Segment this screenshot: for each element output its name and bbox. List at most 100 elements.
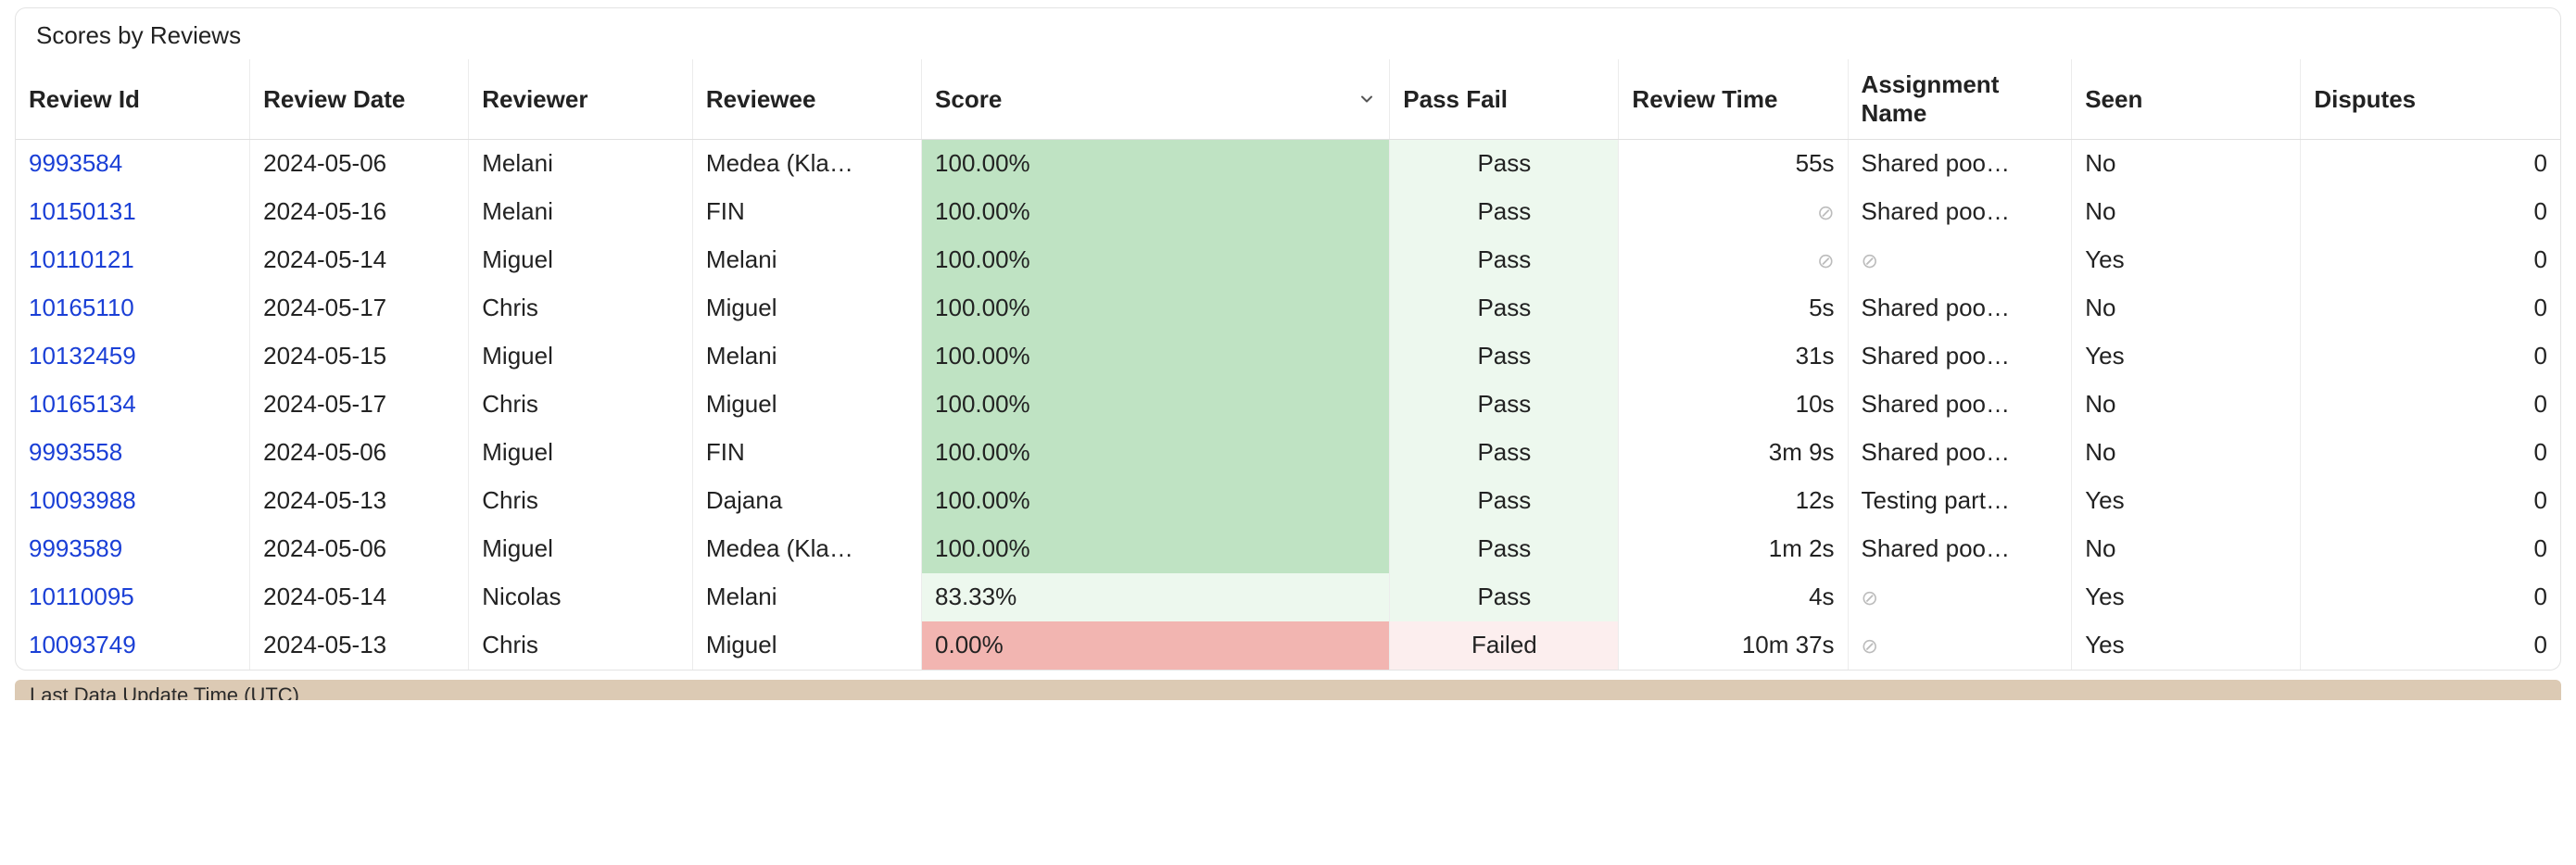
cell-review-date: 2024-05-15 [250, 332, 469, 381]
review-id-link[interactable]: 10150131 [29, 197, 136, 225]
cell-assignment-name: Shared poo… [1848, 525, 2072, 573]
cell-review-id: 9993584 [16, 140, 250, 188]
cell-seen: No [2072, 188, 2301, 236]
cell-review-id: 10093988 [16, 477, 250, 525]
cell-review-time: 55s [1619, 140, 1848, 188]
cell-review-date: 2024-05-14 [250, 573, 469, 621]
cell-review-id: 10110121 [16, 236, 250, 284]
review-id-link[interactable]: 10093749 [29, 631, 136, 658]
cell-assignment-name: Shared poo… [1848, 429, 2072, 477]
col-header-disputes[interactable]: Disputes [2301, 59, 2560, 140]
cell-reviewee: FIN [692, 429, 921, 477]
review-id-link[interactable]: 10093988 [29, 486, 136, 514]
table-row: 99935582024-05-06MiguelFIN100.00%Pass3m … [16, 429, 2560, 477]
cell-reviewee: Miguel [692, 284, 921, 332]
cell-assignment-name: ⊘ [1848, 573, 2072, 621]
col-header-score[interactable]: Score [922, 59, 1390, 140]
cell-review-time: 4s [1619, 573, 1848, 621]
review-id-link[interactable]: 9993589 [29, 534, 122, 562]
cell-seen: No [2072, 284, 2301, 332]
cell-disputes: 0 [2301, 381, 2560, 429]
cell-review-time: 3m 9s [1619, 429, 1848, 477]
review-id-link[interactable]: 9993558 [29, 438, 122, 466]
cell-pass-fail: Pass [1390, 140, 1619, 188]
cell-disputes: 0 [2301, 332, 2560, 381]
cell-review-id: 10165110 [16, 284, 250, 332]
cell-score: 100.00% [922, 477, 1390, 525]
col-header-review-id[interactable]: Review Id [16, 59, 250, 140]
cell-score: 100.00% [922, 140, 1390, 188]
cell-seen: No [2072, 525, 2301, 573]
cell-review-time: 31s [1619, 332, 1848, 381]
table-row: 99935892024-05-06MiguelMedea (Kla…100.00… [16, 525, 2560, 573]
cell-review-date: 2024-05-17 [250, 381, 469, 429]
chevron-down-icon [1357, 90, 1376, 108]
col-header-review-time[interactable]: Review Time [1619, 59, 1848, 140]
col-header-pass-fail[interactable]: Pass Fail [1390, 59, 1619, 140]
cell-reviewer: Miguel [469, 429, 693, 477]
table-row: 100939882024-05-13ChrisDajana100.00%Pass… [16, 477, 2560, 525]
review-id-link[interactable]: 10165110 [29, 294, 134, 321]
cell-reviewee: Medea (Kla… [692, 140, 921, 188]
col-header-reviewee[interactable]: Reviewee [692, 59, 921, 140]
table-row: 101651102024-05-17ChrisMiguel100.00%Pass… [16, 284, 2560, 332]
cell-assignment-name: Testing part… [1848, 477, 2072, 525]
cell-assignment-name: Shared poo… [1848, 140, 2072, 188]
cell-reviewee: Miguel [692, 621, 921, 670]
table-row: 100937492024-05-13ChrisMiguel0.00%Failed… [16, 621, 2560, 670]
cell-review-id: 10110095 [16, 573, 250, 621]
review-id-link[interactable]: 9993584 [29, 149, 122, 177]
cell-reviewee: Miguel [692, 381, 921, 429]
col-header-reviewer[interactable]: Reviewer [469, 59, 693, 140]
cell-assignment-name: Shared poo… [1848, 332, 2072, 381]
cell-disputes: 0 [2301, 525, 2560, 573]
cell-reviewer: Melani [469, 188, 693, 236]
cell-review-date: 2024-05-06 [250, 525, 469, 573]
panel-title: Scores by Reviews [16, 8, 2560, 59]
cell-review-date: 2024-05-14 [250, 236, 469, 284]
table-row: 101651342024-05-17ChrisMiguel100.00%Pass… [16, 381, 2560, 429]
cell-seen: Yes [2072, 621, 2301, 670]
cell-reviewee: Melani [692, 236, 921, 284]
table-row: 101501312024-05-16MelaniFIN100.00%Pass⊘S… [16, 188, 2560, 236]
cell-reviewer: Melani [469, 140, 693, 188]
cell-reviewee: FIN [692, 188, 921, 236]
cell-seen: No [2072, 429, 2301, 477]
cell-score: 83.33% [922, 573, 1390, 621]
cell-pass-fail: Pass [1390, 573, 1619, 621]
review-id-link[interactable]: 10110095 [29, 583, 134, 610]
cell-reviewer: Miguel [469, 332, 693, 381]
null-icon: ⊘ [1862, 249, 1878, 273]
table-row: 101324592024-05-15MiguelMelani100.00%Pas… [16, 332, 2560, 381]
cell-score: 100.00% [922, 332, 1390, 381]
table-row: 101100952024-05-14NicolasMelani83.33%Pas… [16, 573, 2560, 621]
col-header-seen[interactable]: Seen [2072, 59, 2301, 140]
cell-assignment-name: Shared poo… [1848, 188, 2072, 236]
cell-pass-fail: Pass [1390, 477, 1619, 525]
review-id-link[interactable]: 10165134 [29, 390, 136, 418]
cell-reviewer: Nicolas [469, 573, 693, 621]
cell-score: 100.00% [922, 236, 1390, 284]
cell-seen: Yes [2072, 236, 2301, 284]
cell-score: 100.00% [922, 525, 1390, 573]
cell-disputes: 0 [2301, 429, 2560, 477]
cell-pass-fail: Failed [1390, 621, 1619, 670]
cell-disputes: 0 [2301, 140, 2560, 188]
cell-review-id: 9993589 [16, 525, 250, 573]
cell-review-time: 1m 2s [1619, 525, 1848, 573]
cell-review-time: 10s [1619, 381, 1848, 429]
cell-disputes: 0 [2301, 188, 2560, 236]
cell-seen: Yes [2072, 332, 2301, 381]
cell-review-date: 2024-05-06 [250, 429, 469, 477]
cell-assignment-name: Shared poo… [1848, 284, 2072, 332]
cell-reviewer: Miguel [469, 236, 693, 284]
review-id-link[interactable]: 10132459 [29, 342, 136, 370]
cell-pass-fail: Pass [1390, 188, 1619, 236]
cell-score: 0.00% [922, 621, 1390, 670]
scores-table: Review Id Review Date Reviewer Reviewee … [16, 59, 2560, 670]
cell-assignment-name: Shared poo… [1848, 381, 2072, 429]
col-header-assignment-name[interactable]: Assignment Name [1848, 59, 2072, 140]
review-id-link[interactable]: 10110121 [29, 245, 134, 273]
cell-seen: No [2072, 140, 2301, 188]
col-header-review-date[interactable]: Review Date [250, 59, 469, 140]
